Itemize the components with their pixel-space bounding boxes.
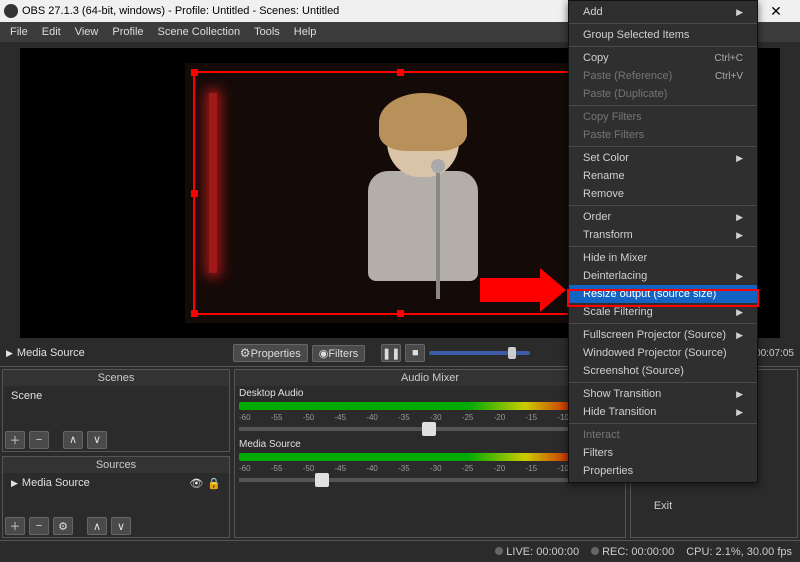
submenu-arrow-icon: ▶: [736, 212, 743, 223]
ctx-order[interactable]: Order▶: [569, 208, 757, 226]
ctx-filters[interactable]: Filters: [569, 444, 757, 462]
ctx-rename[interactable]: Rename: [569, 167, 757, 185]
menu-scene-collection[interactable]: Scene Collection: [152, 24, 247, 40]
submenu-arrow-icon: ▶: [736, 389, 743, 400]
sources-header: Sources: [3, 457, 229, 473]
ctx-paste-duplicate-: Paste (Duplicate): [569, 85, 757, 103]
meter-ticks: -60-55-50-45-40-35-30-25-20-15-10-50: [239, 464, 621, 476]
submenu-arrow-icon: ▶: [736, 407, 743, 418]
filters-button[interactable]: ◉Filters: [312, 345, 366, 362]
context-menu: Add▶Group Selected ItemsCopyCtrl+CPaste …: [568, 0, 758, 483]
source-up-button[interactable]: ∧: [87, 517, 107, 535]
menu-file[interactable]: File: [4, 24, 34, 40]
source-down-button[interactable]: ∨: [111, 517, 131, 535]
expand-icon[interactable]: ▶: [11, 478, 18, 489]
preview-source-label: Media Source: [17, 347, 85, 359]
menu-help[interactable]: Help: [288, 24, 323, 40]
submenu-arrow-icon: ▶: [736, 153, 743, 164]
menu-edit[interactable]: Edit: [36, 24, 67, 40]
submenu-arrow-icon: ▶: [736, 7, 743, 18]
remove-scene-button[interactable]: −: [29, 431, 49, 449]
volume-slider[interactable]: [239, 427, 621, 431]
ctx-transform[interactable]: Transform▶: [569, 226, 757, 244]
handle-bl[interactable]: [191, 310, 198, 317]
ctx-paste-reference-: Paste (Reference)Ctrl+V: [569, 67, 757, 85]
exit-label[interactable]: Exit: [570, 500, 756, 512]
ctx-hide-in-mixer[interactable]: Hide in Mixer: [569, 249, 757, 267]
cpu-status: CPU: 2.1%, 30.00 fps: [686, 546, 792, 558]
stop-button[interactable]: ■: [405, 344, 425, 362]
ctx-group-selected-items[interactable]: Group Selected Items: [569, 26, 757, 44]
live-status: LIVE: 00:00:00: [495, 546, 579, 558]
menu-tools[interactable]: Tools: [248, 24, 286, 40]
source-settings-button[interactable]: ⚙: [53, 517, 73, 535]
mixer-channel-name: Media Source: [239, 439, 621, 450]
ctx-add[interactable]: Add▶: [569, 3, 757, 21]
handle-tm[interactable]: [397, 69, 404, 76]
audio-meter: [239, 402, 621, 410]
ctx-hide-transition[interactable]: Hide Transition▶: [569, 403, 757, 421]
visibility-icon[interactable]: 👁: [189, 477, 203, 490]
ctx-fullscreen-projector-source-[interactable]: Fullscreen Projector (Source)▶: [569, 326, 757, 344]
submenu-arrow-icon: ▶: [736, 271, 743, 282]
pause-button[interactable]: ❚❚: [381, 344, 401, 362]
playback-slider[interactable]: [429, 351, 530, 355]
ctx-screenshot-source-[interactable]: Screenshot (Source): [569, 362, 757, 380]
submenu-arrow-icon: ▶: [736, 230, 743, 241]
ctx-resize-output-source-size-[interactable]: Resize output (source size): [569, 285, 757, 303]
statusbar: LIVE: 00:00:00 REC: 00:00:00 CPU: 2.1%, …: [0, 540, 800, 562]
scene-item[interactable]: Scene: [7, 388, 225, 404]
gear-icon: ⚙: [240, 346, 251, 360]
menu-profile[interactable]: Profile: [106, 24, 149, 40]
scene-down-button[interactable]: ∨: [87, 431, 107, 449]
handle-bm[interactable]: [397, 310, 404, 317]
app-icon: [4, 4, 18, 18]
source-item[interactable]: ▶ Media Source 👁 🔒: [7, 475, 225, 492]
rec-dot-icon: [591, 547, 599, 555]
expand-icon[interactable]: ▶: [6, 348, 13, 359]
ctx-set-color[interactable]: Set Color▶: [569, 149, 757, 167]
annotation-arrow: [480, 278, 542, 302]
lock-icon[interactable]: 🔒: [207, 477, 221, 490]
ctx-interact: Interact: [569, 426, 757, 444]
ctx-properties[interactable]: Properties: [569, 462, 757, 480]
live-dot-icon: [495, 547, 503, 555]
filter-icon: ◉: [319, 348, 329, 360]
ctx-show-transition[interactable]: Show Transition▶: [569, 385, 757, 403]
menu-view[interactable]: View: [69, 24, 105, 40]
add-scene-button[interactable]: ＋: [5, 431, 25, 449]
handle-ml[interactable]: [191, 190, 198, 197]
audio-mixer-header: Audio Mixer: [235, 370, 625, 386]
remove-source-button[interactable]: −: [29, 517, 49, 535]
scenes-header: Scenes: [3, 370, 229, 386]
submenu-arrow-icon: ▶: [736, 330, 743, 341]
submenu-arrow-icon: ▶: [736, 307, 743, 318]
scene-up-button[interactable]: ∧: [63, 431, 83, 449]
volume-slider[interactable]: [239, 478, 621, 482]
transition-time: 00:07:05: [755, 348, 794, 359]
ctx-copy-filters: Copy Filters: [569, 108, 757, 126]
sources-panel: Sources ▶ Media Source 👁 🔒 ＋ − ⚙ ∧: [2, 456, 230, 539]
ctx-deinterlacing[interactable]: Deinterlacing▶: [569, 267, 757, 285]
ctx-remove[interactable]: Remove: [569, 185, 757, 203]
add-source-button[interactable]: ＋: [5, 517, 25, 535]
audio-meter: [239, 453, 621, 461]
ctx-paste-filters: Paste Filters: [569, 126, 757, 144]
ctx-scale-filtering[interactable]: Scale Filtering▶: [569, 303, 757, 321]
handle-tl[interactable]: [191, 69, 198, 76]
ctx-copy[interactable]: CopyCtrl+C: [569, 49, 757, 67]
ctx-windowed-projector-source-[interactable]: Windowed Projector (Source): [569, 344, 757, 362]
mixer-channel-name: Desktop Audio: [239, 388, 621, 399]
close-button[interactable]: ✕: [756, 3, 796, 20]
rec-status: REC: 00:00:00: [591, 546, 674, 558]
properties-button[interactable]: ⚙Properties: [233, 344, 308, 362]
scenes-panel: Scenes Scene ＋ − ∧ ∨: [2, 369, 230, 452]
